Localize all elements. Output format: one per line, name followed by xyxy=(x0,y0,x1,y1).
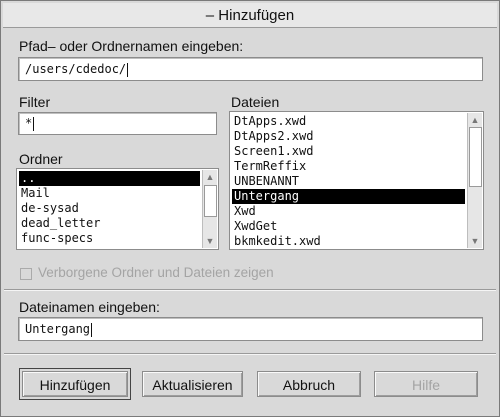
text-cursor xyxy=(127,62,129,77)
show-hidden-label: Verborgene Ordner und Dateien zeigen xyxy=(38,265,274,280)
show-hidden-checkbox[interactable] xyxy=(20,268,32,280)
file-list-item[interactable]: TermReffix xyxy=(232,159,465,174)
separator xyxy=(4,289,496,291)
filename-input[interactable]: Untergang xyxy=(18,317,483,341)
text-cursor xyxy=(91,322,93,337)
window-title: – Hinzufügen xyxy=(205,6,295,24)
folders-items: .. Mail de-sysad dead_letter func-specs xyxy=(19,171,200,246)
path-value: /users/cdedoc/ xyxy=(25,62,127,76)
scroll-down-arrow-icon[interactable]: ▼ xyxy=(469,235,481,247)
cancel-button[interactable]: Abbruch xyxy=(257,371,361,397)
folders-label: Ordner xyxy=(19,151,63,167)
add-dialog: – Hinzufügen Pfad– oder Ordnernamen eing… xyxy=(0,0,500,417)
scroll-down-arrow-icon[interactable]: ▼ xyxy=(204,235,216,247)
files-scroll-thumb[interactable] xyxy=(469,127,482,187)
filter-label: Filter xyxy=(19,94,51,110)
text-cursor xyxy=(33,116,35,131)
files-list[interactable]: DtApps.xwd DtApps2.xwd Screen1.xwd TermReff… xyxy=(229,111,484,250)
files-items: DtApps.xwd DtApps2.xwd Screen1.xwd TermReff… xyxy=(232,114,465,249)
scroll-up-arrow-icon[interactable]: ▲ xyxy=(469,114,481,126)
folders-list[interactable]: .. Mail de-sysad dead_letter func-specs ▲ ▼ xyxy=(16,168,219,250)
file-list-item[interactable]: Untergang xyxy=(232,189,465,204)
file-list-item[interactable]: DtApps2.xwd xyxy=(232,129,465,144)
file-list-item[interactable]: bkmkedit.xwd xyxy=(232,234,465,249)
file-list-item[interactable]: DtApps.xwd xyxy=(232,114,465,129)
filter-input[interactable]: * xyxy=(18,112,217,135)
scroll-up-arrow-icon[interactable]: ▲ xyxy=(204,171,216,183)
folder-list-item[interactable]: dead_letter xyxy=(19,216,200,231)
path-label: Pfad– oder Ordnernamen eingeben: xyxy=(19,38,244,54)
add-button[interactable]: Hinzufügen xyxy=(19,368,131,400)
files-label: Dateien xyxy=(231,94,280,110)
path-input[interactable]: /users/cdedoc/ xyxy=(18,57,483,81)
filename-label: Dateinamen eingeben: xyxy=(19,299,160,315)
file-list-item[interactable]: XwdGet xyxy=(232,219,465,234)
folder-list-item[interactable]: Mail xyxy=(19,186,200,201)
filename-value: Untergang xyxy=(25,322,91,336)
help-button[interactable]: Hilfe xyxy=(374,371,478,397)
folders-scroll-thumb[interactable] xyxy=(204,185,217,217)
filter-value: * xyxy=(25,116,33,130)
folder-list-item[interactable]: func-specs xyxy=(19,231,200,246)
file-list-item[interactable]: Xwd xyxy=(232,204,465,219)
folder-list-item[interactable]: de-sysad xyxy=(19,201,200,216)
update-button[interactable]: Aktualisieren xyxy=(142,371,243,397)
folder-list-item[interactable]: .. xyxy=(19,171,200,186)
folders-scrollbar[interactable]: ▲ ▼ xyxy=(202,170,217,248)
separator xyxy=(4,353,496,355)
file-list-item[interactable]: Screen1.xwd xyxy=(232,144,465,159)
files-scrollbar[interactable]: ▲ ▼ xyxy=(467,113,482,248)
file-list-item[interactable]: UNBENANNT xyxy=(232,174,465,189)
title-bar[interactable]: – Hinzufügen xyxy=(3,3,497,28)
